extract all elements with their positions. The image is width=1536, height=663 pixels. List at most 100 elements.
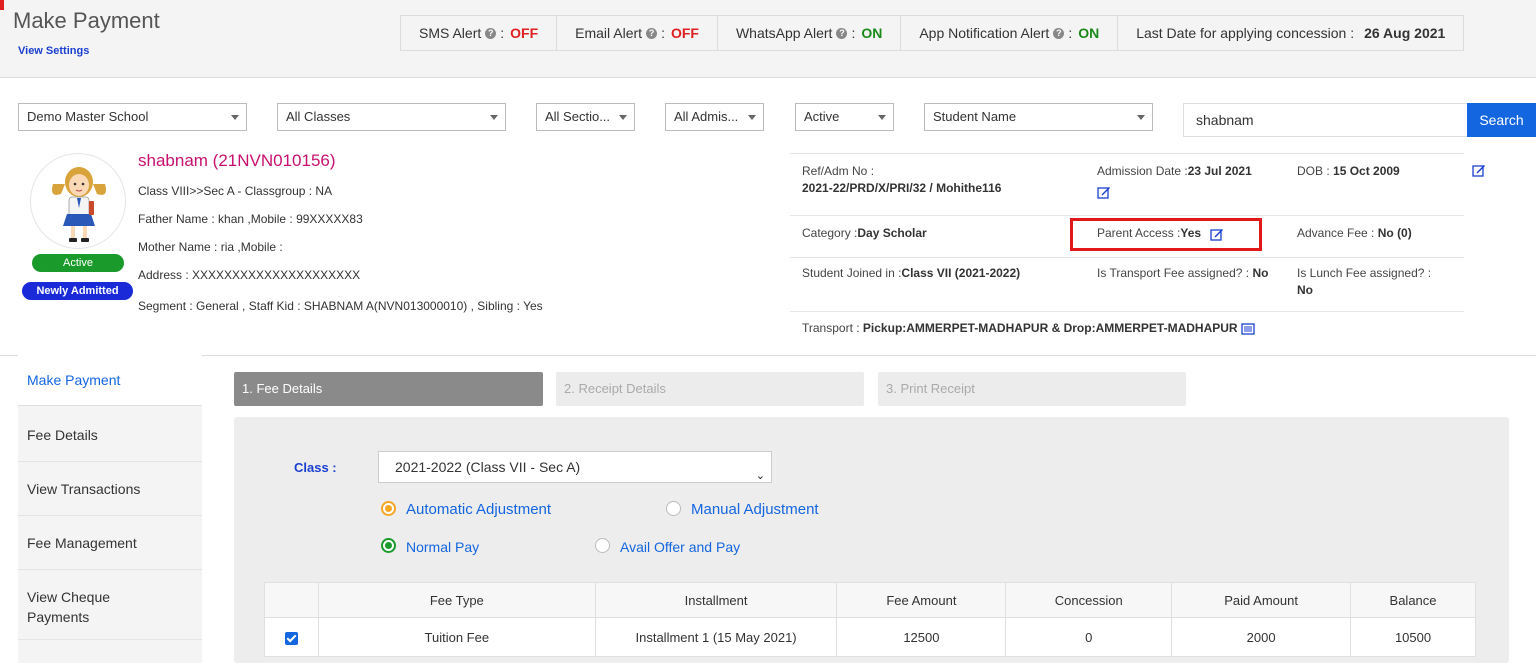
class-select-value: 2021-2022 (Class VII - Sec A) [395,459,581,475]
admission-date-label: Admission Date : [1097,164,1188,178]
help-icon[interactable]: ? [836,27,848,39]
edit-icon[interactable] [1472,163,1486,177]
whatsapp-alert: WhatsApp Alert ? : ON [718,16,902,50]
help-icon[interactable]: ? [1053,27,1065,39]
admission-date-value: 23 Jul 2021 [1187,164,1252,178]
cell-concession: 0 [1005,617,1173,657]
divider [18,461,202,462]
school-select[interactable]: Demo Master School [18,103,247,131]
email-alert: Email Alert ? : OFF [557,16,718,50]
red-corner-mark [0,0,4,10]
caret-down-icon [231,115,239,120]
sections-select-value: All Sectio... [545,109,611,124]
transport-assigned-value: No [1252,266,1269,280]
divider [0,355,1536,356]
row-checkbox-cell [264,617,319,657]
alert-bar: SMS Alert ? : OFF Email Alert ? : OFF Wh… [400,15,1465,51]
help-icon[interactable]: ? [485,27,497,39]
email-alert-status: OFF [670,25,699,41]
row-checkbox[interactable] [284,631,298,645]
offer-pay-label[interactable]: Avail Offer and Pay [620,539,740,555]
dob-value: 15 Oct 2009 [1333,164,1400,178]
lunch-fee-label: Is Lunch Fee assigned? : [1297,266,1432,280]
step-receipt-details[interactable]: 2. Receipt Details [556,372,864,406]
ref-adm-label: Ref/Adm No : [802,164,875,178]
edit-icon[interactable] [1097,185,1111,199]
manual-adjust-radio[interactable] [666,501,681,516]
help-icon[interactable]: ? [646,27,658,39]
list-icon[interactable] [1241,322,1255,336]
sms-alert-sep: : [500,25,505,41]
header-fee-type: Fee Type [317,582,596,618]
classes-select-value: All Classes [286,109,351,124]
nav-item-view-transactions[interactable]: View Transactions [18,467,202,511]
header-installment: Installment [594,582,838,618]
header-fee-amount: Fee Amount [836,582,1007,618]
search-by-select[interactable]: Student Name [924,103,1153,131]
table-row: Tuition Fee Installment 1 (15 May 2021) … [264,617,1476,657]
concession-date: Last Date for applying concession : 26 A… [1118,16,1463,50]
view-settings-link[interactable]: View Settings [18,45,89,57]
admissions-select[interactable]: All Admis... [665,103,764,131]
offer-pay-radio[interactable] [595,538,610,553]
caret-down-icon [490,115,498,120]
caret-down-icon [1137,115,1145,120]
student-address-line: Address : XXXXXXXXXXXXXXXXXXXXX [138,268,361,282]
manual-adjust-label[interactable]: Manual Adjustment [691,501,819,518]
divider [18,569,202,570]
category-cell: Category :Day Scholar [802,225,927,242]
category-value: Day Scholar [857,226,927,240]
divider [790,153,1464,154]
lunch-fee-cell: Is Lunch Fee assigned? : No [1297,265,1457,299]
ref-adm-cell: Ref/Adm No : 2021-22/PRD/X/PRI/32 / Mohi… [802,163,1001,197]
search-button[interactable]: Search [1467,103,1536,137]
nav-item-make-payment[interactable]: Make Payment [18,355,202,406]
girl-student-icon [52,167,106,242]
header-select [264,582,319,618]
transport-assigned-label: Is Transport Fee assigned? : [1097,266,1250,280]
dob-label: DOB : [1297,164,1330,178]
class-label: Class : [294,460,337,475]
classes-select[interactable]: All Classes [277,103,506,131]
nav-item-fee-details[interactable]: Fee Details [18,413,202,457]
email-alert-sep: : [661,25,665,41]
step-print-receipt[interactable]: 3. Print Receipt [878,372,1186,406]
ref-adm-value: 2021-22/PRD/X/PRI/32 / Mohithe116 [802,181,1002,195]
auto-adjust-label[interactable]: Automatic Adjustment [406,501,551,518]
nav-item-fee-management[interactable]: Fee Management [18,521,202,565]
joined-cell: Student Joined in :Class VII (2021-2022) [802,265,1020,282]
sections-select[interactable]: All Sectio... [536,103,635,131]
divider [18,515,202,516]
admissions-select-value: All Admis... [674,109,739,124]
whatsapp-alert-status: ON [861,25,883,41]
page-title: Make Payment [13,8,160,33]
app-alert-label: App Notification Alert [919,25,1050,41]
header-paid-amount: Paid Amount [1171,582,1352,618]
auto-adjust-radio[interactable] [381,501,396,516]
class-select[interactable]: 2021-2022 (Class VII - Sec A) ⌄ [378,451,772,483]
caret-down-icon [619,115,627,120]
divider [790,257,1464,258]
app-alert-status: ON [1078,25,1100,41]
student-segment-line: Segment : General , Staff Kid : SHABNAM … [138,299,543,313]
lunch-fee-value: No [1297,283,1313,297]
nav-item-view-cheque-payments[interactable]: View Cheque Payments [18,587,138,627]
parent-access-highlight [1070,218,1262,251]
status-select-value: Active [804,109,840,124]
step-fee-details[interactable]: 1. Fee Details [234,372,543,406]
normal-pay-radio[interactable] [381,538,396,553]
sms-alert: SMS Alert ? : OFF [401,16,558,50]
normal-pay-label[interactable]: Normal Pay [406,539,479,555]
search-input[interactable] [1183,103,1467,137]
status-select[interactable]: Active [795,103,894,131]
student-class-line: Class VIII>>Sec A - Classgroup : NA [138,184,333,198]
advance-fee-cell: Advance Fee : No (0) [1297,225,1412,242]
fee-table: Fee Type Installment Fee Amount Concessi… [264,582,1476,657]
transport-assigned-cell: Is Transport Fee assigned? : No [1097,265,1268,282]
student-avatar [30,153,126,249]
table-header-row: Fee Type Installment Fee Amount Concessi… [264,582,1476,618]
chevron-down-icon: ⌄ [755,470,765,482]
cell-fee-amount: 12500 [836,617,1007,657]
status-badge-newly-admitted: Newly Admitted [22,282,133,300]
header-balance: Balance [1350,582,1476,618]
